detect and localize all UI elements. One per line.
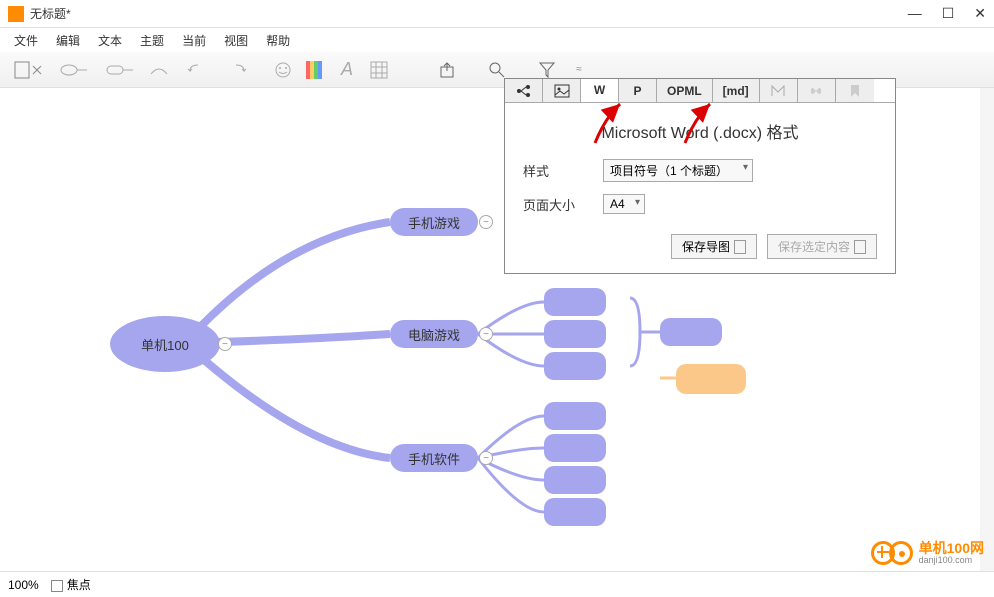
watermark-logo-icon	[871, 541, 913, 565]
save-selected-button[interactable]: 保存选定内容	[767, 234, 877, 259]
link-icon[interactable]	[146, 57, 172, 83]
tab-label: OPML	[667, 84, 702, 98]
export-tab-powerpoint[interactable]: P	[619, 79, 657, 102]
mindmap-node-1[interactable]: 手机游戏	[390, 208, 478, 236]
collapse-toggle[interactable]: −	[479, 215, 493, 229]
mindmap-root[interactable]: 单机100	[110, 316, 220, 372]
tab-label: P	[633, 84, 641, 98]
mindmap-leaf[interactable]	[544, 352, 606, 380]
collapse-toggle[interactable]: −	[479, 327, 493, 341]
export-tab-mindmap[interactable]	[505, 79, 543, 102]
close-button[interactable]: ✕	[974, 5, 986, 22]
mindmap-leaf[interactable]	[544, 320, 606, 348]
new-document-icon[interactable]	[8, 57, 48, 83]
tab-label: W	[594, 83, 605, 97]
menu-help[interactable]: 帮助	[258, 30, 298, 51]
focus-toggle[interactable]: 焦点	[51, 576, 91, 593]
share-icon[interactable]	[434, 57, 460, 83]
export-body: Microsoft Word (.docx) 格式 样式 项目符号（1 个标题）…	[505, 103, 895, 273]
export-tab-m[interactable]	[760, 79, 798, 102]
collapse-toggle[interactable]: −	[218, 337, 232, 351]
node-icon[interactable]	[54, 57, 94, 83]
zoom-level[interactable]: 100%	[8, 578, 39, 592]
redo-icon[interactable]	[224, 57, 264, 83]
menu-edit[interactable]: 编辑	[48, 30, 88, 51]
style-label: 样式	[523, 161, 583, 180]
mindmap-leaf[interactable]	[544, 498, 606, 526]
mindmap-highlight-node[interactable]	[676, 364, 746, 394]
mindmap-leaf[interactable]	[544, 434, 606, 462]
font-icon[interactable]: A	[334, 57, 360, 83]
node-label: 手机游戏	[408, 213, 460, 232]
pagesize-label: 页面大小	[523, 195, 583, 214]
export-tab-markdown[interactable]: [md]	[713, 79, 760, 102]
tab-label: [md]	[723, 84, 749, 98]
window-title: 无标题*	[30, 5, 908, 22]
watermark-brand: 单机100网	[919, 541, 984, 555]
maximize-button[interactable]: ☐	[942, 5, 955, 22]
export-tab-image[interactable]	[543, 79, 581, 102]
app-icon	[8, 6, 24, 22]
checkbox-icon	[51, 580, 63, 592]
watermark: 单机100网 danji100.com	[871, 541, 984, 565]
undo-icon[interactable]	[178, 57, 218, 83]
menu-current[interactable]: 当前	[174, 30, 214, 51]
style-select[interactable]: 项目符号（1 个标题）	[603, 159, 753, 182]
menu-view[interactable]: 视图	[216, 30, 256, 51]
save-map-button[interactable]: 保存导图	[671, 234, 757, 259]
watermark-url: danji100.com	[919, 555, 984, 565]
smiley-icon[interactable]	[270, 57, 296, 83]
mindmap-node-2[interactable]: 电脑游戏	[390, 320, 478, 348]
minimize-button[interactable]: —	[908, 5, 922, 22]
vertical-scrollbar[interactable]	[980, 88, 994, 571]
menubar: 文件 编辑 文本 主题 当前 视图 帮助	[0, 28, 994, 52]
menu-file[interactable]: 文件	[6, 30, 46, 51]
menu-text[interactable]: 文本	[90, 30, 130, 51]
export-tab-butterfly[interactable]	[798, 79, 836, 102]
menu-theme[interactable]: 主题	[132, 30, 172, 51]
color-picker-icon[interactable]	[302, 57, 328, 83]
collapse-toggle[interactable]: −	[479, 451, 493, 465]
subnode-icon[interactable]	[100, 57, 140, 83]
document-icon	[854, 240, 866, 254]
statusbar: 100% 焦点	[0, 571, 994, 597]
window-controls: — ☐ ✕	[908, 5, 986, 22]
node-label: 电脑游戏	[408, 325, 460, 344]
grid-icon[interactable]	[366, 57, 392, 83]
export-tab-bookmark[interactable]	[836, 79, 874, 102]
titlebar: 无标题* — ☐ ✕	[0, 0, 994, 28]
export-title: Microsoft Word (.docx) 格式	[523, 119, 877, 143]
export-tabs: W P OPML [md]	[505, 79, 895, 103]
mindmap-node-3[interactable]: 手机软件	[390, 444, 478, 472]
export-panel: W P OPML [md] Microsoft Word (.docx) 格式 …	[504, 78, 896, 274]
export-tab-opml[interactable]: OPML	[657, 79, 713, 102]
export-tab-word[interactable]: W	[581, 79, 619, 102]
mindmap-leaf[interactable]	[544, 402, 606, 430]
node-label: 单机100	[141, 335, 189, 354]
node-label: 手机软件	[408, 449, 460, 468]
mindmap-leaf[interactable]	[544, 288, 606, 316]
mindmap-summary-node[interactable]	[660, 318, 722, 346]
mindmap-leaf[interactable]	[544, 466, 606, 494]
document-icon	[734, 240, 746, 254]
pagesize-select[interactable]: A4	[603, 194, 645, 214]
